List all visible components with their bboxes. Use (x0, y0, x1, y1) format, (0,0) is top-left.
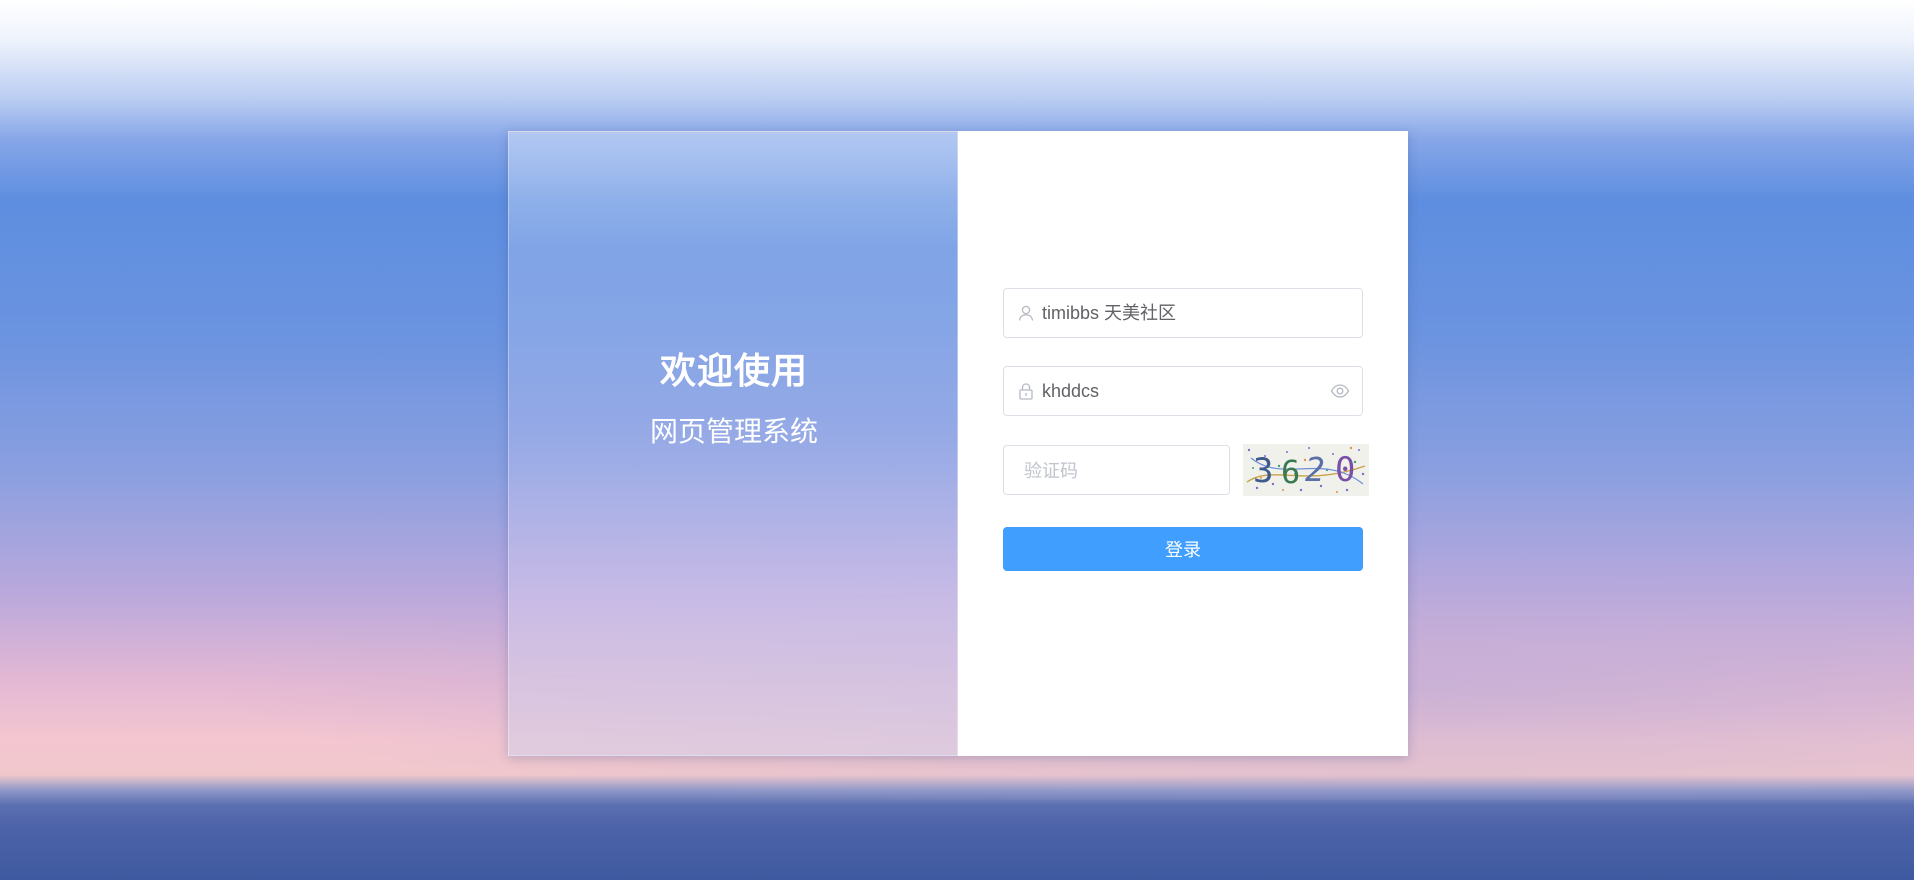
captcha-field[interactable] (1003, 445, 1230, 496)
password-value: khddcs (1042, 381, 1100, 401)
login-button[interactable]: 登录 (1003, 527, 1363, 571)
login-form: timibbs 天美社区 khddcs 验证码 3 6 2 0 登录 (958, 131, 1408, 756)
login-card: 欢迎使用 网页管理系统 timibbs 天美社区 khddcs 验证码 3 6 … (508, 131, 1408, 756)
captcha-text: 3 (1253, 451, 1273, 491)
eye-icon[interactable] (1330, 382, 1350, 400)
lock-icon (1017, 382, 1035, 400)
username-field[interactable]: timibbs 天美社区 (1003, 288, 1363, 338)
welcome-panel: 欢迎使用 网页管理系统 (508, 131, 958, 756)
user-icon (1017, 304, 1035, 322)
password-field[interactable]: khddcs (1003, 366, 1363, 416)
captcha-input[interactable] (1022, 446, 1216, 496)
welcome-title: 欢迎使用 (659, 350, 808, 391)
svg-text:0: 0 (1335, 450, 1355, 490)
welcome-subtitle: 网页管理系统 (649, 416, 818, 447)
svg-text:2: 2 (1305, 450, 1325, 489)
username-value: timibbs 天美社区 (1042, 303, 1177, 323)
svg-text:6: 6 (1281, 453, 1300, 491)
captcha-image[interactable]: 3 6 2 0 (1243, 444, 1369, 496)
